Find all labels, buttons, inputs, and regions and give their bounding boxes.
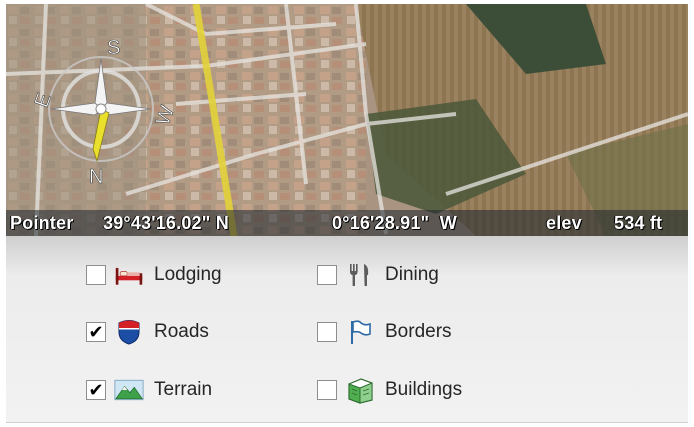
elevation-value: 534 ft [614,213,663,233]
borders-checkbox[interactable] [317,322,337,342]
flag-icon [345,317,375,347]
buildings-label: Buildings [385,379,463,400]
dining-label: Dining [385,264,439,285]
fork-knife-icon [345,260,375,290]
layer-dining[interactable]: Dining [317,259,439,291]
roads-label: Roads [154,321,209,342]
satellite-imagery: S N E W [6,4,688,236]
pointer-status-bar: Pointer 39°43'16.02" N 0°16'28.91" W ele… [6,210,688,236]
roads-checkbox[interactable]: ✔ [86,322,106,342]
lodging-label: Lodging [154,264,222,285]
layers-panel: Lodging ✔ Roads ✔ Terrain Dining Borders… [6,236,688,423]
layer-buildings[interactable]: Buildings [317,374,462,406]
mountain-icon [114,375,144,405]
layer-terrain[interactable]: ✔ Terrain [86,374,212,406]
latitude-value: 39°43'16.02" N [103,213,229,233]
buildings-checkbox[interactable] [317,380,337,400]
building-icon [345,375,375,405]
terrain-checkbox[interactable]: ✔ [86,380,106,400]
interstate-shield-icon [114,317,144,347]
layer-roads[interactable]: ✔ Roads [86,316,209,348]
bed-icon [114,260,144,290]
dining-checkbox[interactable] [317,265,337,285]
lodging-checkbox[interactable] [86,265,106,285]
layer-lodging[interactable]: Lodging [86,259,222,291]
compass-south-label: S [107,37,120,59]
map-view[interactable]: S N E W [6,4,688,236]
terrain-label: Terrain [154,379,213,400]
layer-borders[interactable]: Borders [317,316,452,348]
borders-label: Borders [385,321,452,342]
pointer-label: Pointer [10,213,74,233]
longitude-value: 0°16'28.91" W [332,213,457,233]
elevation-label: elev [546,213,582,233]
compass-north-label: N [89,166,103,188]
